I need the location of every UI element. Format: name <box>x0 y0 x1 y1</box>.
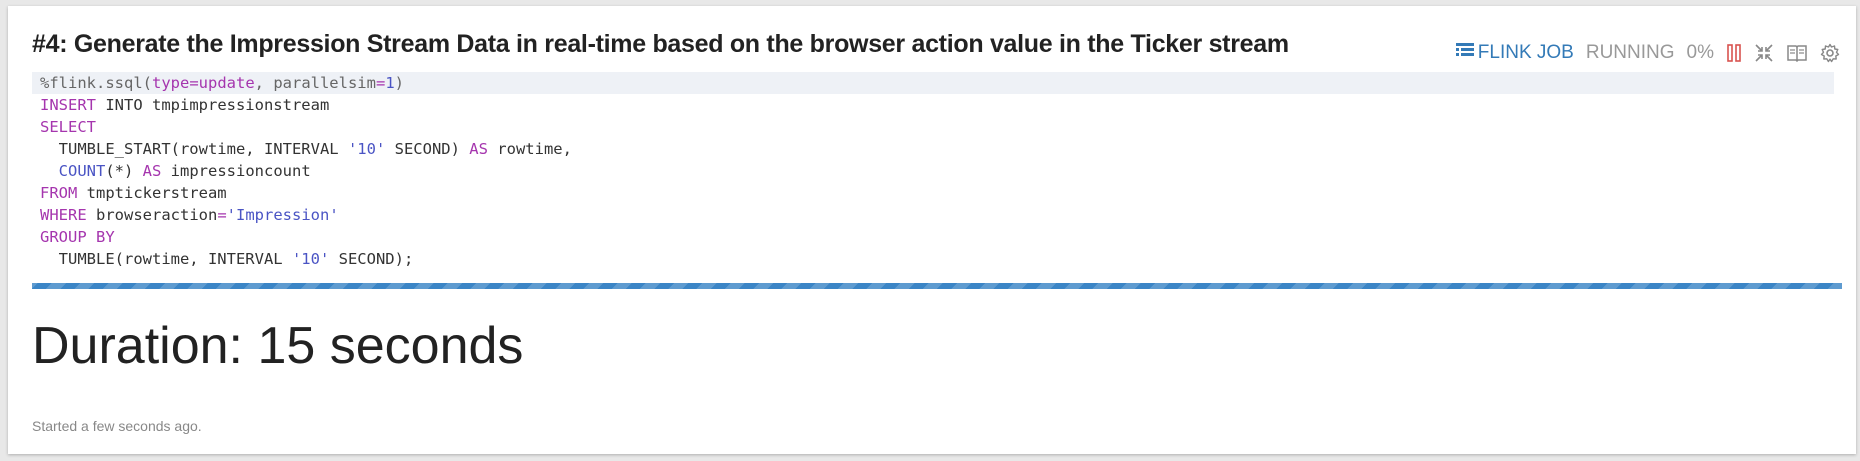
status-text: RUNNING <box>1585 42 1675 63</box>
code-line: TUMBLE_START(rowtime, INTERVAL '10' SECO… <box>40 140 572 158</box>
flink-job-label: FLINK JOB <box>1477 42 1574 63</box>
gear-icon[interactable] <box>1820 43 1840 63</box>
job-progress-bar <box>32 283 1842 289</box>
book-icon[interactable] <box>1787 44 1807 62</box>
code-line: %flink.ssql(type=update, parallelsim=1) <box>32 72 1834 94</box>
flink-job-link[interactable]: FLINK JOB <box>1455 42 1574 64</box>
code-line: FROM tmptickerstream <box>40 184 227 202</box>
duration-text: Duration: 15 seconds <box>32 317 524 375</box>
collapse-icon[interactable] <box>1754 43 1774 63</box>
code-line: GROUP BY <box>40 228 115 246</box>
code-line: SELECT <box>40 118 96 136</box>
code-line: TUMBLE(rowtime, INTERVAL '10' SECOND); <box>40 250 414 268</box>
started-text: Started a few seconds ago. <box>32 418 202 434</box>
code-line: INSERT INTO tmpimpressionstream <box>40 96 330 114</box>
code-editor[interactable]: %flink.ssql(type=update, parallelsim=1) … <box>32 72 1834 282</box>
notebook-paragraph: #4: Generate the Impression Stream Data … <box>8 6 1856 454</box>
stop-icon[interactable] <box>1727 44 1741 62</box>
paragraph-controls: FLINK JOB RUNNING 0% <box>1455 40 1840 66</box>
progress-text: 0% <box>1686 42 1714 63</box>
flink-job-icon <box>1455 42 1478 64</box>
code-line: WHERE browseraction='Impression' <box>40 206 339 224</box>
paragraph-title[interactable]: #4: Generate the Impression Stream Data … <box>32 30 1289 59</box>
code-line: COUNT(*) AS impressioncount <box>58 162 311 180</box>
